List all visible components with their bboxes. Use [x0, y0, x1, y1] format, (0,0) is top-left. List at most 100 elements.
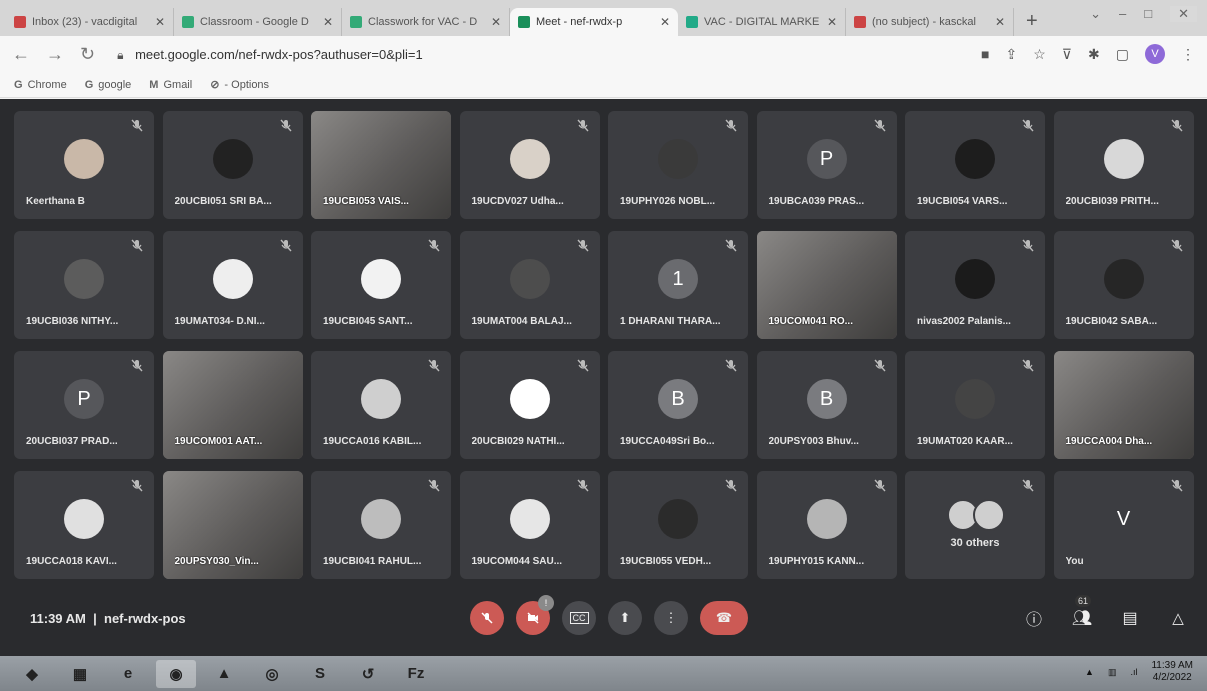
activities-button[interactable]: △ [1165, 605, 1191, 631]
participant-tile[interactable]: 19UPHY026 NOBL... [608, 111, 748, 219]
participant-tile[interactable]: 19UCBI054 VARS... [905, 111, 1045, 219]
mic-off-icon [873, 479, 887, 493]
close-tab-icon[interactable]: ✕ [155, 15, 165, 29]
participant-tile[interactable]: 19UCDV027 Udha... [459, 111, 600, 219]
participant-tile[interactable]: 19UMAT020 KAAR... [905, 351, 1045, 459]
participant-tile[interactable]: 19UCBI041 RAHUL... [311, 471, 451, 579]
participant-tile[interactable]: 20UCBI039 PRITH... [1053, 111, 1194, 219]
signal-icon[interactable]: .ıl [1130, 667, 1137, 677]
menu-kebab-icon[interactable]: ⋮ [1181, 46, 1195, 63]
participant-tile[interactable]: 1 1 DHARANI THARA... [608, 231, 748, 339]
minimize-button[interactable]: – [1119, 6, 1126, 22]
participant-tile[interactable]: B 20UPSY003 Bhuv... [756, 351, 897, 459]
participant-tile[interactable]: 19UCBI053 VAIS... [311, 111, 451, 219]
participant-avatar [955, 379, 995, 419]
captions-button[interactable]: CC [562, 601, 596, 635]
new-tab-button[interactable]: + [1014, 8, 1050, 36]
filezilla-taskbar-icon[interactable]: Fz [396, 660, 436, 688]
browser-tab[interactable]: VAC - DIGITAL MARKE ✕ [678, 8, 846, 36]
participant-avatar: P [64, 379, 104, 419]
browser-tab[interactable]: (no subject) - kasckal ✕ [846, 8, 1014, 36]
reload-icon[interactable]: ↻ [80, 44, 95, 65]
app7-taskbar-icon[interactable]: ↺ [348, 660, 388, 688]
skype-taskbar-icon[interactable]: S [300, 660, 340, 688]
start-taskbar-icon[interactable]: ◆ [12, 660, 52, 688]
browser-tab[interactable]: Inbox (23) - vacdigital ✕ [6, 8, 174, 36]
participant-tile[interactable]: 19UMAT004 BALAJ... [459, 231, 600, 339]
bookmark-item[interactable]: M Gmail [149, 79, 192, 91]
participant-tile[interactable]: 20UCBI029 NATHI... [459, 351, 600, 459]
participant-name: 20UPSY030_Vin... [174, 556, 259, 567]
participant-tile[interactable]: 19UCOM001 AAT... [162, 351, 303, 459]
system-clock[interactable]: 11:39 AM 4/2/2022 [1151, 660, 1193, 684]
participant-tile[interactable]: 19UCBI042 SABA... [1053, 231, 1194, 339]
participant-name: 19UCOM001 AAT... [174, 436, 263, 447]
profile-avatar[interactable]: V [1145, 44, 1165, 64]
explorer-taskbar-icon[interactable]: ▦ [60, 660, 100, 688]
ie-taskbar-icon[interactable]: e [108, 660, 148, 688]
vlc-taskbar-icon[interactable]: ▲ [204, 660, 244, 688]
participant-tile[interactable]: 19UCOM044 SAU... [459, 471, 600, 579]
share-icon[interactable]: ⇪ [1005, 46, 1017, 63]
browser-tab[interactable]: Meet - nef-rwdx-p ✕ [510, 8, 678, 36]
back-icon[interactable]: ← [12, 44, 30, 65]
participant-tile[interactable]: V You [1053, 471, 1194, 579]
bookmark-item[interactable]: ⊘ - Options [210, 78, 269, 92]
maximize-button[interactable]: □ [1144, 6, 1152, 22]
participant-name: 19UCCA018 KAVI... [26, 556, 117, 567]
close-tab-icon[interactable]: ✕ [491, 15, 501, 29]
leave-call-button[interactable]: ☎ [700, 601, 748, 635]
filter-icon[interactable]: ⊽ [1062, 46, 1072, 63]
chat-button[interactable]: ▤ [1117, 605, 1143, 631]
participant-tile[interactable]: 20UPSY030_Vin... [162, 471, 303, 579]
camera-icon[interactable]: ■ [981, 46, 989, 62]
participant-tile[interactable]: P 19UBCA039 PRAS... [756, 111, 897, 219]
participant-tile[interactable]: 19UCOM041 RO... [756, 231, 897, 339]
participant-tile[interactable]: 19UPHY015 KANN... [756, 471, 897, 579]
lock-icon[interactable]: 🔒︎ [117, 48, 127, 62]
more-options-button[interactable]: ⋮ [654, 601, 688, 635]
people-button[interactable]: 61 👥︎ [1069, 595, 1095, 631]
participant-tile[interactable]: nivas2002 Palanis... [905, 231, 1045, 339]
participant-tile[interactable]: 19UCBI036 NITHY... [14, 231, 154, 339]
chrome-taskbar-icon[interactable]: ◉ [156, 659, 196, 688]
present-button[interactable]: ⬆ [608, 601, 642, 635]
participant-tile[interactable]: Keerthana B [14, 111, 154, 219]
close-window-button[interactable]: ✕ [1170, 6, 1197, 22]
tray-arrow-icon[interactable]: ▲ [1085, 667, 1094, 677]
close-tab-icon[interactable]: ✕ [827, 15, 837, 29]
participant-tile[interactable]: P 20UCBI037 PRAD... [14, 351, 154, 459]
participant-tile[interactable]: 19UCCA004 Dha... [1053, 351, 1194, 459]
meeting-info-button[interactable]: ⓘ [1021, 605, 1047, 631]
mic-toggle-button[interactable] [470, 601, 504, 635]
tab-search-icon[interactable]: ⌄ [1090, 6, 1101, 22]
participant-name: 19UCBI053 VAIS... [323, 196, 409, 207]
camera-toggle-button[interactable]: ! [516, 595, 554, 635]
participant-avatar: B [806, 379, 847, 419]
participant-tile[interactable]: 19UCBI055 VEDH... [608, 471, 748, 579]
participant-avatar [361, 499, 401, 539]
app5-taskbar-icon[interactable]: ◎ [252, 660, 292, 688]
close-tab-icon[interactable]: ✕ [323, 15, 333, 29]
forward-icon[interactable]: → [46, 44, 64, 65]
address-bar[interactable]: meet.google.com/nef-rwdx-pos?authuser=0&… [135, 47, 981, 62]
close-tab-icon[interactable]: ✕ [660, 15, 670, 29]
participant-tile[interactable]: 30 others [905, 471, 1045, 579]
participant-tile[interactable]: B 19UCCA049Sri Bo... [608, 351, 748, 459]
close-tab-icon[interactable]: ✕ [995, 15, 1005, 29]
bookmark-item[interactable]: G Chrome [14, 79, 67, 91]
participant-name: 20UCBI051 SRI BA... [174, 196, 272, 207]
network-icon[interactable]: ▥ [1108, 667, 1117, 678]
participant-tile[interactable]: 19UMAT034- D.NI... [162, 231, 303, 339]
sidepanel-icon[interactable]: ▢ [1116, 46, 1129, 63]
participant-tile[interactable]: 19UCCA018 KAVI... [14, 471, 154, 579]
extensions-icon[interactable]: ✱ [1088, 46, 1100, 63]
participant-tile[interactable]: 19UCCA016 KABIL... [311, 351, 451, 459]
participant-tile[interactable]: 19UCBI045 SANT... [311, 231, 451, 339]
bookmark-star-icon[interactable]: ☆ [1033, 46, 1046, 63]
bookmark-favicon-icon: G [84, 78, 94, 91]
bookmark-item[interactable]: Ggoogle [85, 79, 132, 91]
browser-tab[interactable]: Classroom - Google D ✕ [174, 8, 342, 36]
participant-tile[interactable]: 20UCBI051 SRI BA... [162, 111, 303, 219]
browser-tab[interactable]: Classwork for VAC - D ✕ [342, 8, 510, 36]
